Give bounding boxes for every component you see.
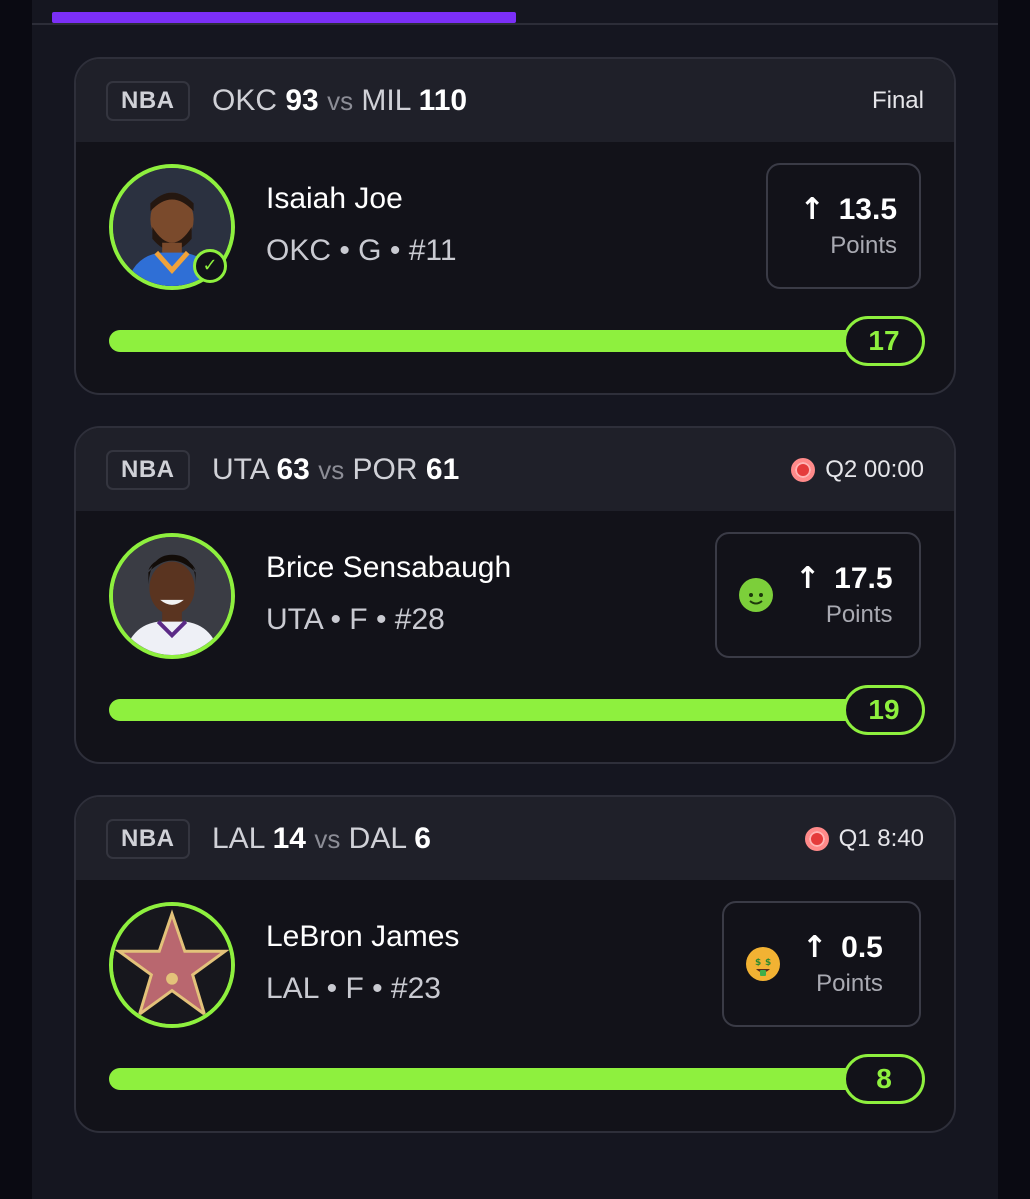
home-score: 61: [425, 453, 460, 486]
game-status-text: Final: [871, 87, 924, 114]
line-value: 0.5: [841, 931, 883, 964]
player-meta: OKC • G • #11: [266, 234, 457, 267]
current-stat-value: 19: [843, 685, 925, 735]
pick-line[interactable]: ↑ 13.5 Points: [766, 163, 921, 289]
away-score: 14: [272, 822, 306, 855]
player-meta: UTA • F • #28: [266, 603, 445, 636]
pick-line[interactable]: $ $ ↑ 0.5 Points: [722, 901, 921, 1027]
game-matchup: OKC 93 vs MIL 110: [212, 82, 467, 120]
line-value: 13.5: [838, 193, 897, 226]
live-indicator-icon: [791, 458, 816, 482]
pick-line[interactable]: ↑ 17.5 Points: [715, 532, 921, 658]
player-name: Isaiah Joe: [266, 182, 403, 215]
pick-card[interactable]: NBA OKC 93 vs MIL 110 Final ✓ Isaiah Joe…: [74, 57, 956, 395]
stat-label: Points: [816, 970, 883, 997]
tab-divider: [32, 23, 998, 25]
league-badge: NBA: [106, 450, 190, 490]
arrow-up-icon: ↑: [802, 930, 828, 965]
check-icon: ✓: [193, 249, 227, 283]
progress-fill: [109, 699, 889, 721]
svg-text:$: $: [755, 958, 761, 968]
league-badge: NBA: [106, 81, 190, 121]
stat-label: Points: [830, 232, 897, 259]
progress-bar: [109, 330, 889, 352]
vs-label: vs: [318, 455, 345, 485]
home-team: POR: [352, 453, 418, 486]
home-score: 6: [414, 822, 431, 855]
player-meta: LAL • F • #23: [266, 972, 441, 1005]
vs-label: vs: [314, 824, 341, 854]
game-status-text: Q1 8:40: [838, 825, 924, 852]
game-header: NBA UTA 63 vs POR 61 Q2 00:00: [76, 428, 954, 511]
player-photo-icon: [113, 537, 231, 655]
tab-indicator: [52, 12, 516, 23]
vs-label: vs: [327, 86, 354, 116]
money-mouth-emoji-icon: $ $: [746, 947, 780, 981]
arrow-up-icon: ↑: [795, 561, 821, 596]
game-status: Q2 00:00: [791, 455, 924, 485]
league-badge: NBA: [106, 819, 190, 859]
player-avatar: [109, 902, 235, 1028]
stat-label: Points: [825, 601, 893, 628]
home-team: DAL: [348, 822, 406, 855]
away-team: UTA: [212, 453, 269, 486]
progress-bar: [109, 699, 889, 721]
live-indicator-icon: [804, 827, 829, 851]
current-stat-value: 17: [843, 316, 925, 366]
game-matchup: LAL 14 vs DAL 6: [212, 820, 431, 858]
line-value: 17.5: [834, 562, 893, 595]
devil-emoji-icon: [739, 578, 773, 612]
walk-of-fame-star-icon: [113, 906, 231, 1024]
arrow-up-icon: ↑: [799, 192, 825, 227]
home-score: 110: [418, 84, 468, 117]
game-matchup: UTA 63 vs POR 61: [212, 451, 459, 489]
progress-bar: [109, 1068, 889, 1090]
home-team: MIL: [361, 84, 411, 117]
progress-fill: [109, 1068, 889, 1090]
game-status: Final: [872, 86, 924, 116]
player-avatar: [109, 533, 235, 659]
away-score: 93: [285, 84, 319, 117]
player-name: LeBron James: [266, 920, 460, 953]
pick-card[interactable]: NBA UTA 63 vs POR 61 Q2 00:00 Brice Sens…: [74, 426, 956, 764]
current-stat-value: 8: [843, 1054, 925, 1104]
away-team: OKC: [212, 84, 278, 117]
away-score: 63: [276, 453, 310, 486]
game-header: NBA OKC 93 vs MIL 110 Final: [76, 59, 954, 142]
game-header: NBA LAL 14 vs DAL 6 Q1 8:40: [76, 797, 954, 880]
game-status-text: Q2 00:00: [825, 456, 924, 483]
game-status: Q1 8:40: [804, 824, 924, 854]
progress-fill: [109, 330, 889, 352]
player-name: Brice Sensabaugh: [266, 551, 512, 584]
svg-text:$: $: [765, 958, 771, 968]
away-team: LAL: [212, 822, 265, 855]
pick-card[interactable]: NBA LAL 14 vs DAL 6 Q1 8:40 LeBron James…: [74, 795, 956, 1133]
